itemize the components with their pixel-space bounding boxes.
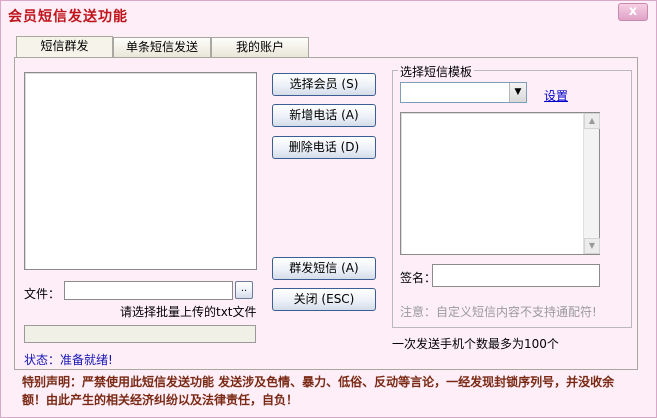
template-group-title: 选择短信模板: [398, 63, 475, 80]
window-title: 会员短信发送功能: [8, 9, 128, 25]
close-button[interactable]: 关闭 (ESC): [272, 288, 376, 311]
signature-input[interactable]: [432, 264, 600, 287]
template-content-textarea[interactable]: [400, 112, 600, 255]
template-scrollbar[interactable]: ▲ ▼: [583, 113, 600, 254]
scroll-up-icon[interactable]: ▲: [584, 113, 600, 129]
template-note: 注意：自定义短信内容不支持通配符!: [400, 305, 597, 319]
tab-my-account[interactable]: 我的账户: [211, 37, 309, 57]
chevron-down-icon[interactable]: ▼: [509, 83, 526, 102]
tab-single-sms[interactable]: 单条短信发送: [113, 37, 211, 57]
file-label: 文件：: [24, 287, 61, 301]
scroll-down-icon[interactable]: ▼: [584, 238, 600, 254]
progress-bar: [24, 325, 256, 343]
tab-group-sms[interactable]: 短信群发: [16, 36, 113, 58]
settings-link[interactable]: 设置: [544, 87, 568, 104]
signature-label: 签名：: [400, 271, 437, 285]
file-hint: 请选择批量上传的txt文件: [120, 305, 257, 319]
close-window-button[interactable]: x: [618, 3, 648, 21]
status-text: 状态：准备就绪!: [24, 353, 113, 367]
file-path-input[interactable]: [64, 281, 233, 300]
disclaimer-text: 特别声明：严禁使用此短信发送功能 发送涉及色情、暴力、低俗、反动等言论，一经发现…: [22, 375, 615, 407]
phone-list[interactable]: [24, 72, 257, 270]
delete-phone-button[interactable]: 删除电话 (D): [272, 136, 376, 159]
send-group-sms-button[interactable]: 群发短信 (A): [272, 257, 376, 280]
send-limit-text: 一次发送手机个数最多为100个: [392, 337, 559, 351]
select-member-button[interactable]: 选择会员 (S): [272, 73, 376, 96]
add-phone-button[interactable]: 新增电话 (A): [272, 104, 376, 127]
browse-file-button[interactable]: ..: [235, 281, 253, 299]
template-select[interactable]: [400, 82, 527, 103]
